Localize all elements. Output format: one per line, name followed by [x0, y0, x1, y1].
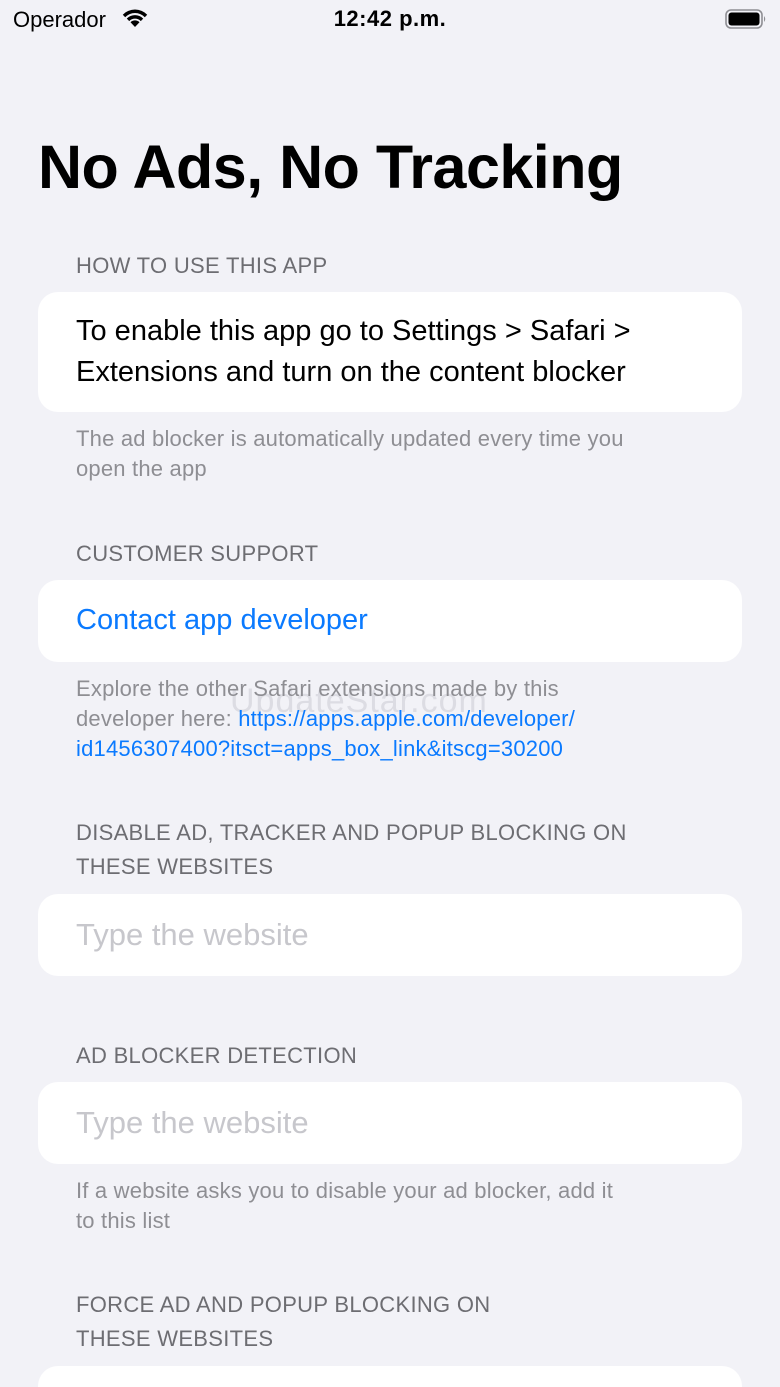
disable-blocking-website-input[interactable]	[76, 894, 704, 976]
how-to-footer-line: The ad blocker is automatically updated …	[76, 426, 624, 451]
support-footer-line: id1456307400?itsct=apps_box_link&itscg=3…	[76, 734, 726, 764]
section-header-detection: AD BLOCKER DETECTION	[76, 1043, 358, 1068]
how-to-body-line: Extensions and turn on the content block…	[76, 356, 626, 388]
section-header-disable-blocking: DISABLE AD, TRACKER AND POPUP BLOCKING O…	[76, 816, 627, 884]
section-header-line: THESE WEBSITES	[76, 1326, 274, 1351]
developer-link-continued[interactable]: id1456307400?itsct=apps_box_link&itscg=3…	[76, 736, 563, 761]
how-to-footer-line: open the app	[76, 456, 207, 481]
status-bar: Operador 12:42 p.m.	[0, 0, 780, 42]
section-header-line: FORCE AD AND POPUP BLOCKING ON	[76, 1292, 491, 1317]
how-to-body-line: To enable this app go to Settings > Safa…	[76, 315, 631, 347]
detection-footer-line: If a website asks you to disable your ad…	[76, 1178, 614, 1203]
detection-footer-line: to this list	[76, 1208, 171, 1233]
contact-developer-label: Contact app developer	[76, 604, 368, 636]
clock: 12:42 p.m.	[333, 6, 447, 31]
how-to-body: To enable this app go to Settings > Safa…	[76, 311, 704, 393]
screen: Operador 12:42 p.m. No Ads, No Tracking …	[0, 0, 780, 1387]
how-to-card: To enable this app go to Settings > Safa…	[38, 292, 742, 412]
force-blocking-card[interactable]	[38, 1366, 742, 1387]
support-footer-line: Explore the other Safari extensions made…	[76, 676, 559, 701]
developer-link[interactable]: https://apps.apple.com/developer/	[238, 706, 575, 731]
detection-website-input[interactable]	[76, 1082, 704, 1164]
detection-footer: If a website asks you to disable your ad…	[76, 1176, 726, 1236]
support-footer-line: developer here: https://apps.apple.com/d…	[76, 704, 726, 734]
detection-card	[38, 1082, 742, 1164]
support-footer: Explore the other Safari extensions made…	[76, 674, 726, 764]
disable-blocking-card	[38, 894, 742, 976]
section-header-line: THESE WEBSITES	[76, 854, 274, 879]
section-header-how-to: HOW TO USE THIS APP	[76, 253, 328, 278]
support-footer-prefix: developer here:	[76, 706, 239, 731]
how-to-footer: The ad blocker is automatically updated …	[76, 424, 726, 484]
section-header-force-blocking: FORCE AD AND POPUP BLOCKING ON THESE WEB…	[76, 1288, 490, 1356]
section-header-line: DISABLE AD, TRACKER AND POPUP BLOCKING O…	[76, 820, 627, 845]
battery-icon	[725, 9, 766, 29]
page-title: No Ads, No Tracking	[38, 133, 623, 201]
contact-developer-button[interactable]: Contact app developer	[38, 580, 742, 662]
section-header-support: CUSTOMER SUPPORT	[76, 541, 319, 566]
